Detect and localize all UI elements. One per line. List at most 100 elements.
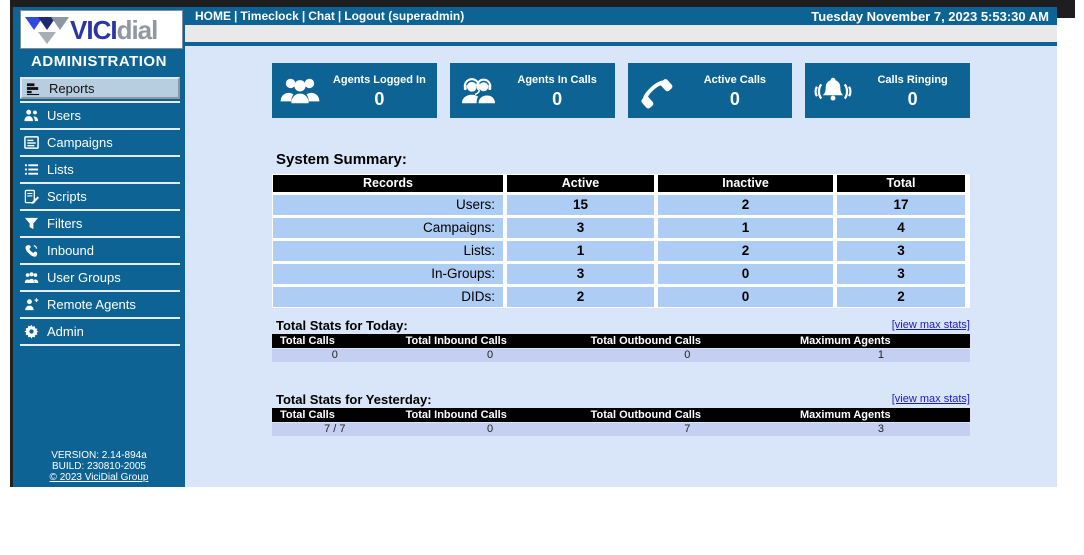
cell-value: 0: [658, 287, 833, 307]
cell-value: 1: [507, 241, 654, 261]
header-gray-strip: [185, 25, 1057, 42]
nav-link-home[interactable]: HOME: [195, 9, 231, 23]
cell-value: 0: [658, 264, 833, 284]
cell-value: 2: [837, 287, 965, 307]
column-header: Total Inbound Calls: [398, 334, 583, 348]
administration-title: ADMINISTRATION: [13, 53, 185, 70]
card-label: Active Calls: [684, 74, 787, 86]
remote-agent-icon: [23, 297, 39, 313]
version-text: VERSION: 2.14-894a: [13, 450, 185, 461]
cell-value: 3: [837, 264, 965, 284]
logo-text-vici: VICI: [70, 15, 117, 45]
row-label: Campaigns:: [273, 218, 503, 238]
today-stats-table: Total Calls Total Inbound Calls Total Ou…: [272, 334, 970, 362]
system-summary-title: System Summary:: [276, 151, 407, 168]
sidebar-item-user-groups[interactable]: User Groups: [20, 265, 180, 292]
column-header: Inactive: [658, 175, 833, 192]
current-datetime: Tuesday November 7, 2023 5:53:30 AM: [811, 9, 1049, 24]
yesterday-stats-table: Total Calls Total Inbound Calls Total Ou…: [272, 408, 970, 436]
agents-group-icon: [272, 74, 328, 108]
column-header: Records: [273, 175, 503, 192]
nav-links: HOME|Timeclock|Chat|Logout (superadmin): [195, 9, 464, 23]
card-label: Agents In Calls: [506, 74, 609, 86]
nav-link-chat[interactable]: Chat: [308, 9, 335, 23]
users-icon: [23, 108, 39, 124]
cell-value: 15: [507, 195, 654, 215]
today-stats-title: Total Stats for Today:: [276, 318, 408, 333]
window-corner-edge: [1057, 0, 1075, 18]
cell-value: 7: [583, 423, 792, 436]
cell-value: 17: [837, 195, 965, 215]
cell-value: 0: [398, 423, 583, 436]
sidebar-item-remote-agents[interactable]: Remote Agents: [20, 292, 180, 319]
row-label: DIDs:: [273, 287, 503, 307]
sidebar-item-campaigns[interactable]: Campaigns: [20, 130, 180, 157]
sidebar-footer: VERSION: 2.14-894a BUILD: 230810-2005 © …: [13, 450, 185, 483]
row-label: In-Groups:: [273, 264, 503, 284]
inbound-phone-icon: [23, 243, 39, 259]
row-label: Users:: [273, 195, 503, 215]
vicidial-admin-page: HOME|Timeclock|Chat|Logout (superadmin) …: [0, 0, 1084, 555]
cell-value: 1: [658, 218, 833, 238]
cell-value: 7 / 7: [272, 423, 398, 436]
sidebar-item-label: Reports: [49, 81, 95, 96]
logo-text-dial: dial: [117, 15, 158, 45]
sidebar-item-inbound[interactable]: Inbound: [20, 238, 180, 265]
nav-separator: |: [335, 9, 344, 23]
sidebar-item-lists[interactable]: Lists: [20, 157, 180, 184]
gear-icon: [23, 324, 39, 340]
card-value: 0: [684, 89, 787, 110]
cell-value: 0: [398, 349, 583, 362]
vicidial-logo: VICIdial: [20, 10, 183, 49]
sidebar-item-scripts[interactable]: Scripts: [20, 184, 180, 211]
logo-text: VICIdial: [70, 17, 157, 43]
cell-value: 0: [272, 349, 398, 362]
nav-link-logout[interactable]: Logout (superadmin): [344, 9, 464, 23]
stat-cards-row: Agents Logged In 0: [272, 63, 970, 118]
system-summary-table: Records Active Inactive Total Users: 15 …: [272, 174, 970, 308]
nav-link-timeclock[interactable]: Timeclock: [240, 9, 298, 23]
copyright-link[interactable]: © 2023 ViciDial Group: [50, 472, 149, 483]
card-agents-logged-in: Agents Logged In 0: [272, 63, 437, 118]
sidebar-item-label: Lists: [47, 162, 74, 177]
column-header: Total Outbound Calls: [583, 334, 792, 348]
sidebar-item-filters[interactable]: Filters: [20, 211, 180, 238]
sidebar-item-label: Scripts: [47, 189, 87, 204]
column-header: Total: [837, 175, 965, 192]
card-label: Agents Logged In: [328, 74, 431, 86]
sidebar-item-users[interactable]: Users: [20, 103, 180, 130]
cell-value: 4: [837, 218, 965, 238]
sidebar-item-label: User Groups: [47, 270, 121, 285]
card-active-calls: Active Calls 0: [628, 63, 793, 118]
agents-headset-icon: [450, 74, 506, 108]
nav-separator: |: [231, 9, 240, 23]
cell-value: 3: [792, 423, 970, 436]
sidebar-item-label: Admin: [47, 324, 84, 339]
nav-separator: |: [299, 9, 308, 23]
card-value: 0: [328, 89, 431, 110]
today-view-max-stats-link[interactable]: [view max stats]: [892, 319, 970, 331]
phone-handset-icon: [628, 73, 684, 109]
cell-value: 3: [507, 218, 654, 238]
column-header: Maximum Agents: [792, 334, 970, 348]
column-header: Total Inbound Calls: [398, 408, 583, 422]
column-header: Total Calls: [272, 334, 398, 348]
sidebar-item-label: Inbound: [47, 243, 94, 258]
cell-value: 1: [792, 349, 970, 362]
sidebar-menu: Reports Users Campaigns: [13, 77, 185, 346]
sidebar-item-reports[interactable]: Reports: [20, 77, 180, 103]
sidebar-item-admin[interactable]: Admin: [20, 319, 180, 346]
window-top-edge: [10, 0, 1075, 7]
cell-value: 2: [507, 287, 654, 307]
top-navbar: HOME|Timeclock|Chat|Logout (superadmin) …: [185, 7, 1057, 25]
sidebar-item-label: Filters: [47, 216, 82, 231]
campaigns-icon: [23, 135, 39, 151]
main-content: Agents Logged In 0: [185, 46, 1057, 487]
logo-triangles-icon: [24, 14, 70, 46]
yesterday-view-max-stats-link[interactable]: [view max stats]: [892, 393, 970, 405]
sidebar: VICIdial ADMINISTRATION Reports Users: [10, 7, 185, 487]
card-value: 0: [861, 89, 964, 110]
cell-value: 2: [658, 241, 833, 261]
card-agents-in-calls: Agents In Calls 0: [450, 63, 615, 118]
user-groups-icon: [23, 270, 39, 286]
